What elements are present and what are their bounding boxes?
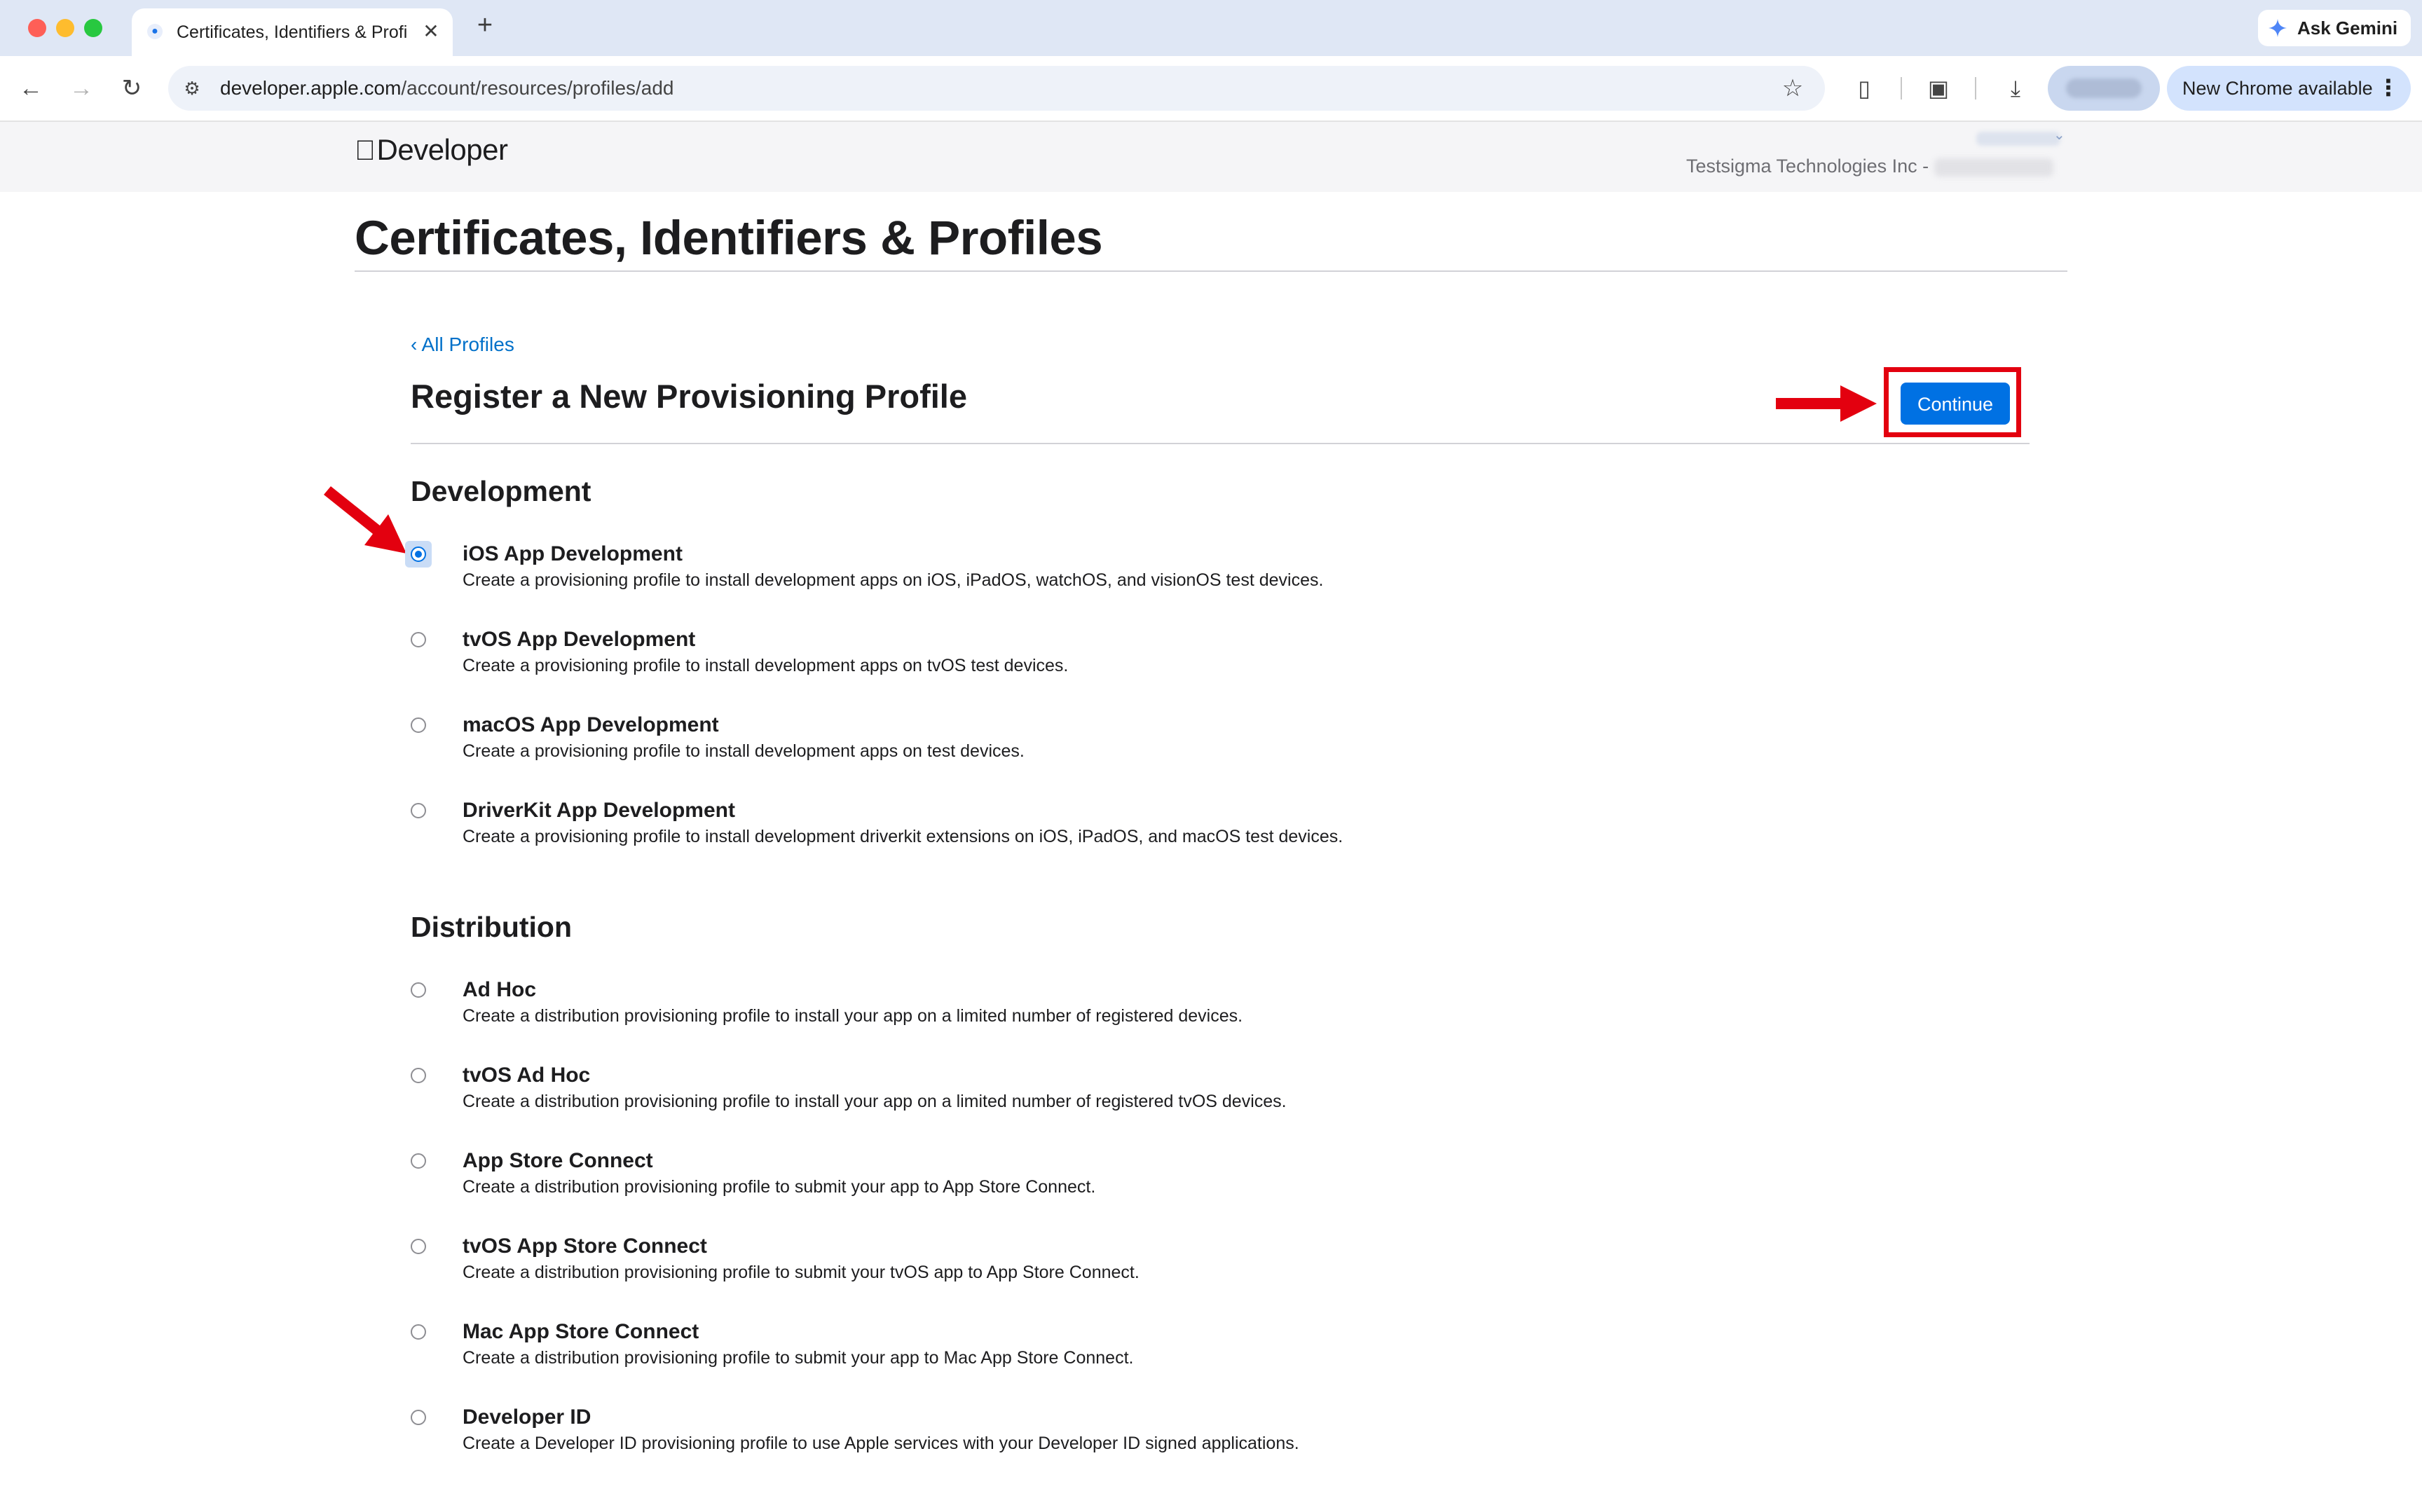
option-description: Create a provisioning profile to install… [463,570,1324,590]
address-bar[interactable]: ⚙ developer.apple.com/account/resources/… [168,66,1825,111]
option-driverkit-app-development[interactable]: DriverKit App Development Create a provi… [411,799,1812,855]
divider [411,443,2030,444]
radio-tvos-ad-hoc[interactable] [411,1068,426,1083]
apple-logo-icon:  [355,135,376,166]
option-label[interactable]: DriverKit App Development [463,799,735,823]
forward-arrow-icon[interactable]: → [64,71,98,105]
development-heading: Development [411,475,591,507]
page-title: Certificates, Identifiers & Profiles [355,211,1103,265]
option-description: Create a distribution provisioning profi… [463,1092,1287,1111]
apple-favicon-icon: ● [147,24,163,39]
radio-tvos-app-development[interactable] [411,632,426,647]
divider [355,270,2067,272]
ask-gemini-label: Ask Gemini [2297,18,2398,39]
option-description: Create a distribution provisioning profi… [463,1348,1134,1368]
gemini-sparkle-icon [2269,19,2287,37]
account-menu-blurred[interactable] [1976,132,2060,146]
option-tvos-ad-hoc[interactable]: tvOS Ad Hoc Create a distribution provis… [411,1064,1812,1120]
option-ios-app-development[interactable]: iOS App Development Create a provisionin… [405,541,1812,598]
developer-global-nav: Developer ⌄ Testsigma Technologies Inc … [0,122,2422,192]
browser-tab-active[interactable]: ● Certificates, Identifiers & Profiles ✕ [132,8,453,56]
option-description: Create a distribution provisioning profi… [463,1006,1243,1026]
option-label[interactable]: tvOS Ad Hoc [463,1064,590,1087]
section-title: Register a New Provisioning Profile [411,378,967,415]
ask-gemini-button[interactable]: Ask Gemini [2258,10,2411,46]
option-description: Create a distribution provisioning profi… [463,1263,1140,1282]
toolbar-divider [1901,77,1902,99]
developer-logo[interactable]: Developer [355,133,508,167]
option-tvos-app-development[interactable]: tvOS App Development Create a provisioni… [411,628,1812,684]
option-label[interactable]: macOS App Development [463,713,719,737]
annotation-arrow-right-icon [1776,385,1877,422]
window-close-button[interactable] [28,19,46,37]
team-name: Testsigma Technologies Inc - [1686,156,1929,177]
team-id-blurred [1934,158,2053,177]
option-app-store-connect[interactable]: App Store Connect Create a distribution … [411,1149,1812,1205]
radio-ios-app-development[interactable] [411,547,426,562]
annotation-highlight-box [1884,367,2021,437]
option-developer-id[interactable]: Developer ID Create a Developer ID provi… [411,1406,1812,1462]
browser-toolbar: ← → ↻ ⚙ developer.apple.com/account/reso… [0,56,2422,122]
radio-app-store-connect[interactable] [411,1153,426,1169]
chevron-down-icon[interactable]: ⌄ [2053,126,2065,144]
option-label[interactable]: Mac App Store Connect [463,1320,699,1344]
option-label[interactable]: tvOS App Development [463,628,695,652]
url-text[interactable]: developer.apple.com/account/resources/pr… [220,77,674,99]
option-macos-app-development[interactable]: macOS App Development Create a provision… [411,713,1812,769]
option-description: Create a provisioning profile to install… [463,741,1025,761]
radio-ad-hoc[interactable] [411,982,426,998]
option-description: Create a distribution provisioning profi… [463,1177,1096,1197]
profile-name-blurred [2066,78,2142,98]
option-description: Create a provisioning profile to install… [463,827,1343,846]
option-label[interactable]: Ad Hoc [463,978,536,1002]
more-menu-icon[interactable]: ⋮ [2377,74,2400,101]
option-description: Create a provisioning profile to install… [463,656,1069,675]
option-tvos-app-store-connect[interactable]: tvOS App Store Connect Create a distribu… [411,1235,1812,1291]
site-info-icon[interactable]: ⚙ [181,77,203,99]
window-minimize-button[interactable] [56,19,74,37]
new-tab-button[interactable]: + [472,12,498,39]
back-arrow-icon[interactable]: ← [14,71,48,105]
browser-tab-bar: ● Certificates, Identifiers & Profiles ✕… [0,0,2422,56]
option-label[interactable]: App Store Connect [463,1149,653,1173]
bookmark-star-icon[interactable]: ☆ [1779,74,1807,102]
option-description: Create a Developer ID provisioning profi… [463,1434,1299,1453]
toolbar-divider [1975,77,1976,99]
annotation-arrow-down-right-icon [324,486,406,554]
radio-developer-id[interactable] [411,1410,426,1425]
radio-tvos-app-store-connect[interactable] [411,1239,426,1254]
chrome-update-button[interactable]: New Chrome available ⋮ [2167,66,2411,111]
radio-mac-app-store-connect[interactable] [411,1324,426,1340]
window-zoom-button[interactable] [84,19,102,37]
reload-icon[interactable]: ↻ [115,71,149,105]
option-label[interactable]: tvOS App Store Connect [463,1235,707,1258]
tab-title: Certificates, Identifiers & Profiles [177,22,408,42]
update-label: New Chrome available [2182,78,2373,99]
extensions-puzzle-icon[interactable]: ▯ [1847,71,1881,105]
option-label[interactable]: Developer ID [463,1406,591,1429]
profile-avatar-button[interactable] [2048,66,2160,111]
radio-macos-app-development[interactable] [411,717,426,733]
option-label[interactable]: iOS App Development [463,542,683,566]
option-ad-hoc[interactable]: Ad Hoc Create a distribution provisionin… [411,978,1812,1034]
download-icon[interactable]: ⤓ [1999,71,2032,105]
cast-search-icon[interactable]: ▣ [1922,71,1955,105]
all-profiles-link[interactable]: ‹ All Profiles [411,334,514,356]
option-mac-app-store-connect[interactable]: Mac App Store Connect Create a distribut… [411,1320,1812,1376]
distribution-heading: Distribution [411,911,573,943]
radio-driverkit-app-development[interactable] [411,803,426,818]
close-icon[interactable]: ✕ [419,20,443,43]
